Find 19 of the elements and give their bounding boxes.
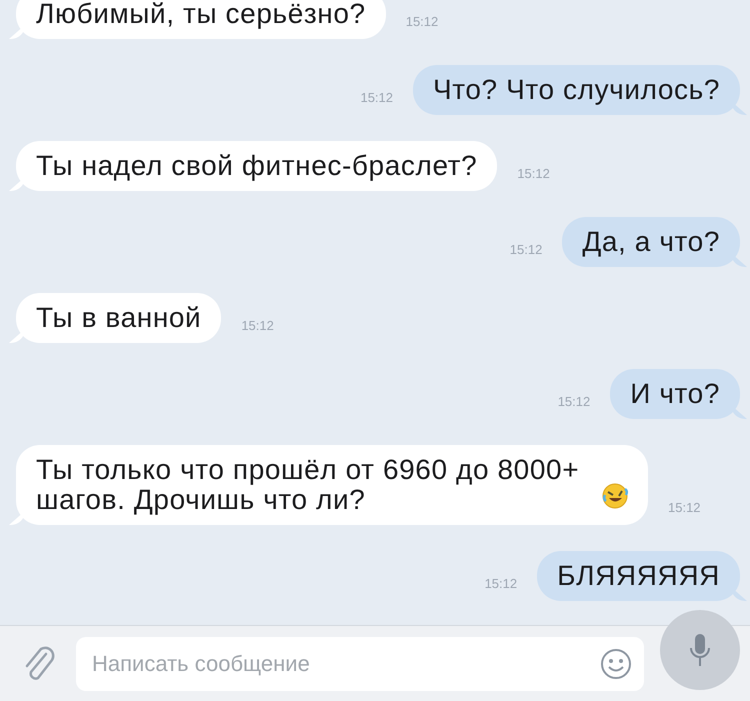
message-text: Что? Что случилось? <box>433 75 720 105</box>
message-text: И что? <box>630 379 720 409</box>
message-time: 15:12 <box>484 576 518 593</box>
message-time: 15:12 <box>517 166 550 183</box>
message-text: Ты надел свой фитнес-браслет? <box>36 151 478 181</box>
smiley-icon[interactable] <box>600 648 632 680</box>
message-time: 15:12 <box>668 500 701 517</box>
message-text: Любимый, ты серьёзно? <box>36 0 366 29</box>
message-time: 15:12 <box>241 318 274 335</box>
message-field[interactable]: Написать сообщение <box>76 636 644 690</box>
message-time: 15:12 <box>406 14 438 31</box>
message-text: БЛЯЯЯЯЯЯ <box>557 561 720 591</box>
message-time: 15:12 <box>360 90 394 107</box>
message-time: 15:12 <box>558 394 590 411</box>
message-text: Да, а что? <box>582 227 720 257</box>
laughing-emoji-icon <box>602 483 628 509</box>
message-time: 15:12 <box>510 242 542 259</box>
message-text: Ты в ванной <box>36 303 202 333</box>
message-text: Ты только что прошёл от 6960 до 8000+ шагов. Дрочишь что ли? <box>36 455 580 515</box>
